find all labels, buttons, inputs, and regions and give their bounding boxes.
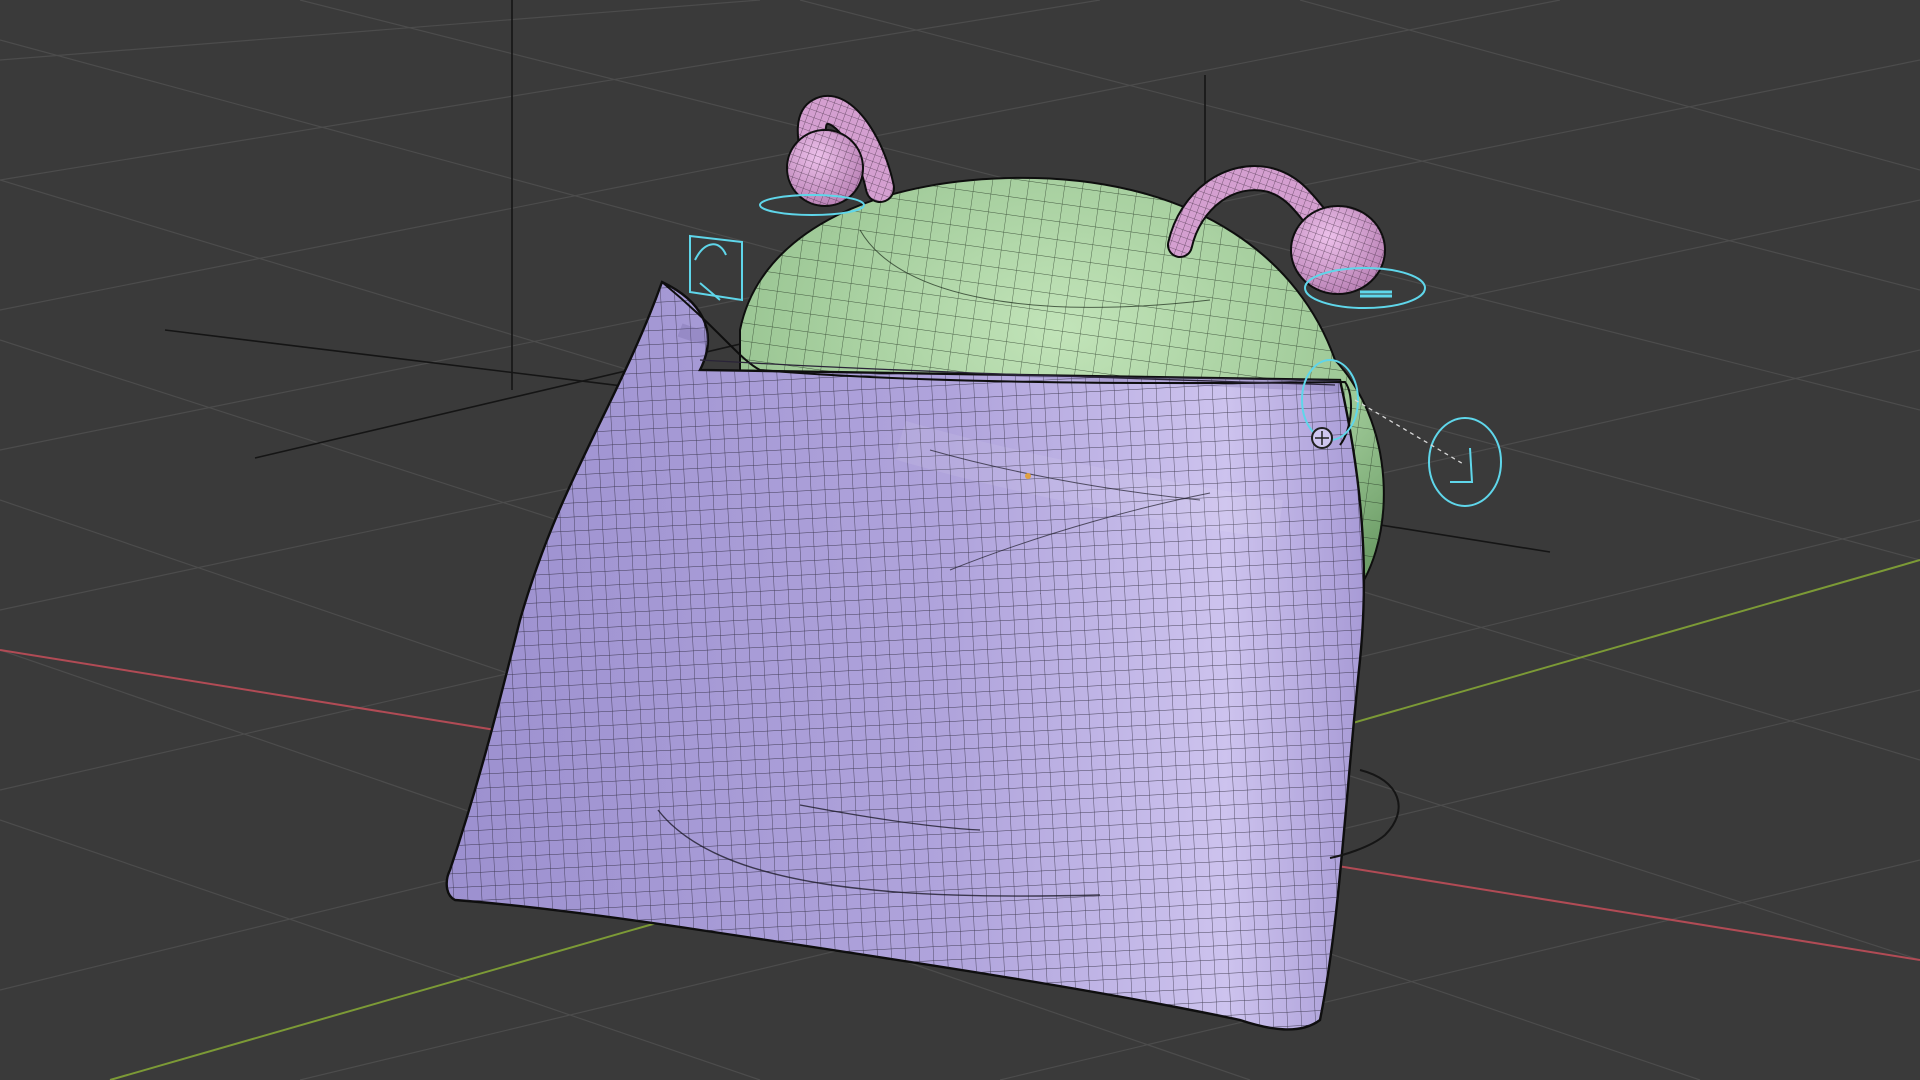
empty-left[interactable] bbox=[689, 234, 743, 302]
origin-point[interactable] bbox=[1025, 473, 1031, 479]
empty-small[interactable] bbox=[1311, 427, 1333, 449]
3d-viewport[interactable] bbox=[0, 0, 1920, 1080]
antenna-left[interactable] bbox=[786, 95, 895, 207]
viewport-canvas[interactable] bbox=[0, 0, 1920, 1080]
cloth-sheet[interactable] bbox=[440, 270, 1380, 1050]
